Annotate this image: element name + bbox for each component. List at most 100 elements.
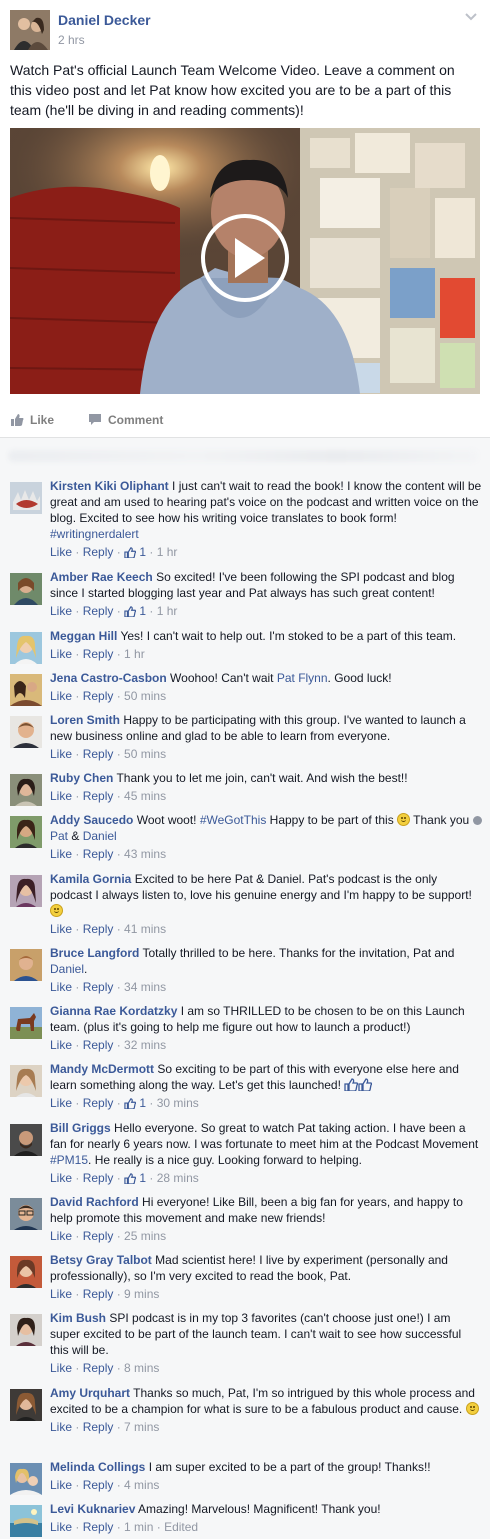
commenter-name[interactable]: Amy Urquhart xyxy=(50,1386,130,1400)
commenter-name[interactable]: Addy Saucedo xyxy=(50,813,133,827)
comment-time[interactable]: 1 hr xyxy=(157,545,178,559)
comment-time[interactable]: 30 mins xyxy=(157,1096,199,1110)
commenter-avatar[interactable] xyxy=(10,674,42,706)
commenter-avatar[interactable] xyxy=(10,1505,42,1537)
post-timestamp[interactable]: 2 hrs xyxy=(58,33,85,47)
comment-like-link[interactable]: Like xyxy=(50,1038,72,1052)
commenter-avatar[interactable] xyxy=(10,1389,42,1421)
comment-reply-link[interactable]: Reply xyxy=(83,789,114,803)
comment-reply-link[interactable]: Reply xyxy=(83,689,114,703)
comment-reply-link[interactable]: Reply xyxy=(83,545,114,559)
video-player[interactable] xyxy=(10,128,480,394)
comment-like-link[interactable]: Like xyxy=(50,1361,72,1375)
comment-reply-link[interactable]: Reply xyxy=(83,980,114,994)
commenter-name[interactable]: Betsy Gray Talbot xyxy=(50,1253,152,1267)
comment-time[interactable]: 28 mins xyxy=(157,1171,199,1185)
comment-like-link[interactable]: Like xyxy=(50,747,72,761)
commenter-name[interactable]: Jena Castro-Casbon xyxy=(50,671,167,685)
like-count[interactable]: 1 xyxy=(124,1171,146,1185)
chevron-down-icon[interactable] xyxy=(464,12,478,22)
comment-button[interactable]: Comment xyxy=(88,413,163,427)
commenter-avatar[interactable] xyxy=(10,1124,42,1156)
comment-time[interactable]: 4 mins xyxy=(124,1478,159,1492)
commenter-avatar[interactable] xyxy=(10,716,42,748)
commenter-name[interactable]: David Rachford xyxy=(50,1195,139,1209)
commenter-avatar[interactable] xyxy=(10,1007,42,1039)
comment-reply-link[interactable]: Reply xyxy=(83,1361,114,1375)
commenter-name[interactable]: Ruby Chen xyxy=(50,771,113,785)
edited-label[interactable]: Edited xyxy=(164,1520,198,1534)
commenter-avatar[interactable] xyxy=(10,482,42,514)
comment-reply-link[interactable]: Reply xyxy=(83,647,114,661)
commenter-avatar[interactable] xyxy=(10,774,42,806)
commenter-avatar[interactable] xyxy=(10,632,42,664)
commenter-avatar[interactable] xyxy=(10,1314,42,1346)
commenter-name[interactable]: Loren Smith xyxy=(50,713,120,727)
commenter-avatar[interactable] xyxy=(10,949,42,981)
commenter-name[interactable]: Kirsten Kiki Oliphant xyxy=(50,479,169,493)
author-name[interactable]: Daniel Decker xyxy=(58,12,151,28)
commenter-name[interactable]: Meggan Hill xyxy=(50,629,117,643)
comment-reply-link[interactable]: Reply xyxy=(83,1520,114,1534)
commenter-name[interactable]: Melinda Collings xyxy=(50,1460,145,1474)
commenter-name[interactable]: Kamila Gornia xyxy=(50,872,131,886)
hashtag-link[interactable]: #PM15 xyxy=(50,1153,88,1167)
comment-like-link[interactable]: Like xyxy=(50,1171,72,1185)
mention-link[interactable]: Daniel xyxy=(50,962,84,976)
like-count[interactable]: 1 xyxy=(124,604,146,618)
comment-time[interactable]: 41 mins xyxy=(124,922,166,936)
comment-time[interactable]: 45 mins xyxy=(124,789,166,803)
comment-like-link[interactable]: Like xyxy=(50,545,72,559)
commenter-avatar[interactable] xyxy=(10,1065,42,1097)
comment-time[interactable]: 9 mins xyxy=(124,1287,159,1301)
comment-time[interactable]: 43 mins xyxy=(124,847,166,861)
commenter-avatar[interactable] xyxy=(10,573,42,605)
comment-like-link[interactable]: Like xyxy=(50,1096,72,1110)
commenter-name[interactable]: Bill Griggs xyxy=(50,1121,111,1135)
comment-reply-link[interactable]: Reply xyxy=(83,1420,114,1434)
commenter-avatar[interactable] xyxy=(10,1256,42,1288)
comment-reply-link[interactable]: Reply xyxy=(83,847,114,861)
commenter-name[interactable]: Bruce Langford xyxy=(50,946,139,960)
commenter-name[interactable]: Amber Rae Keech xyxy=(50,570,153,584)
comment-reply-link[interactable]: Reply xyxy=(83,747,114,761)
comment-time[interactable]: 8 mins xyxy=(124,1361,159,1375)
comment-like-link[interactable]: Like xyxy=(50,1229,72,1243)
comment-reply-link[interactable]: Reply xyxy=(83,1478,114,1492)
comment-like-link[interactable]: Like xyxy=(50,789,72,803)
comment-reply-link[interactable]: Reply xyxy=(83,1038,114,1052)
comment-reply-link[interactable]: Reply xyxy=(83,922,114,936)
comment-like-link[interactable]: Like xyxy=(50,689,72,703)
commenter-avatar[interactable] xyxy=(10,816,42,848)
comment-reply-link[interactable]: Reply xyxy=(83,1287,114,1301)
mention-link[interactable]: Pat Flynn xyxy=(277,671,328,685)
comment-reply-link[interactable]: Reply xyxy=(83,1096,114,1110)
like-count[interactable]: 1 xyxy=(124,1096,146,1110)
comment-time[interactable]: 1 hr xyxy=(124,647,145,661)
commenter-name[interactable]: Kim Bush xyxy=(50,1311,106,1325)
comment-like-link[interactable]: Like xyxy=(50,647,72,661)
comment-like-link[interactable]: Like xyxy=(50,1287,72,1301)
commenter-avatar[interactable] xyxy=(10,1463,42,1495)
commenter-avatar[interactable] xyxy=(10,875,42,907)
commenter-name[interactable]: Levi Kuknariev xyxy=(50,1502,135,1516)
comment-like-link[interactable]: Like xyxy=(50,922,72,936)
commenter-name[interactable]: Mandy McDermott xyxy=(50,1062,154,1076)
comment-time[interactable]: 32 mins xyxy=(124,1038,166,1052)
comment-time[interactable]: 25 mins xyxy=(124,1229,166,1243)
mention-link[interactable]: Daniel xyxy=(83,829,117,843)
comment-time[interactable]: 1 min xyxy=(124,1520,153,1534)
like-count[interactable]: 1 xyxy=(124,545,146,559)
comment-reply-link[interactable]: Reply xyxy=(83,1229,114,1243)
comment-reply-link[interactable]: Reply xyxy=(83,604,114,618)
comment-like-link[interactable]: Like xyxy=(50,847,72,861)
hashtag-link[interactable]: #WeGotThis xyxy=(200,813,266,827)
comment-time[interactable]: 7 mins xyxy=(124,1420,159,1434)
comment-like-link[interactable]: Like xyxy=(50,1478,72,1492)
mention-link[interactable]: Pat xyxy=(50,829,68,843)
commenter-name[interactable]: Gianna Rae Kordatzky xyxy=(50,1004,177,1018)
comment-like-link[interactable]: Like xyxy=(50,1520,72,1534)
comment-time[interactable]: 34 mins xyxy=(124,980,166,994)
comment-time[interactable]: 50 mins xyxy=(124,747,166,761)
comment-time[interactable]: 1 hr xyxy=(157,604,178,618)
